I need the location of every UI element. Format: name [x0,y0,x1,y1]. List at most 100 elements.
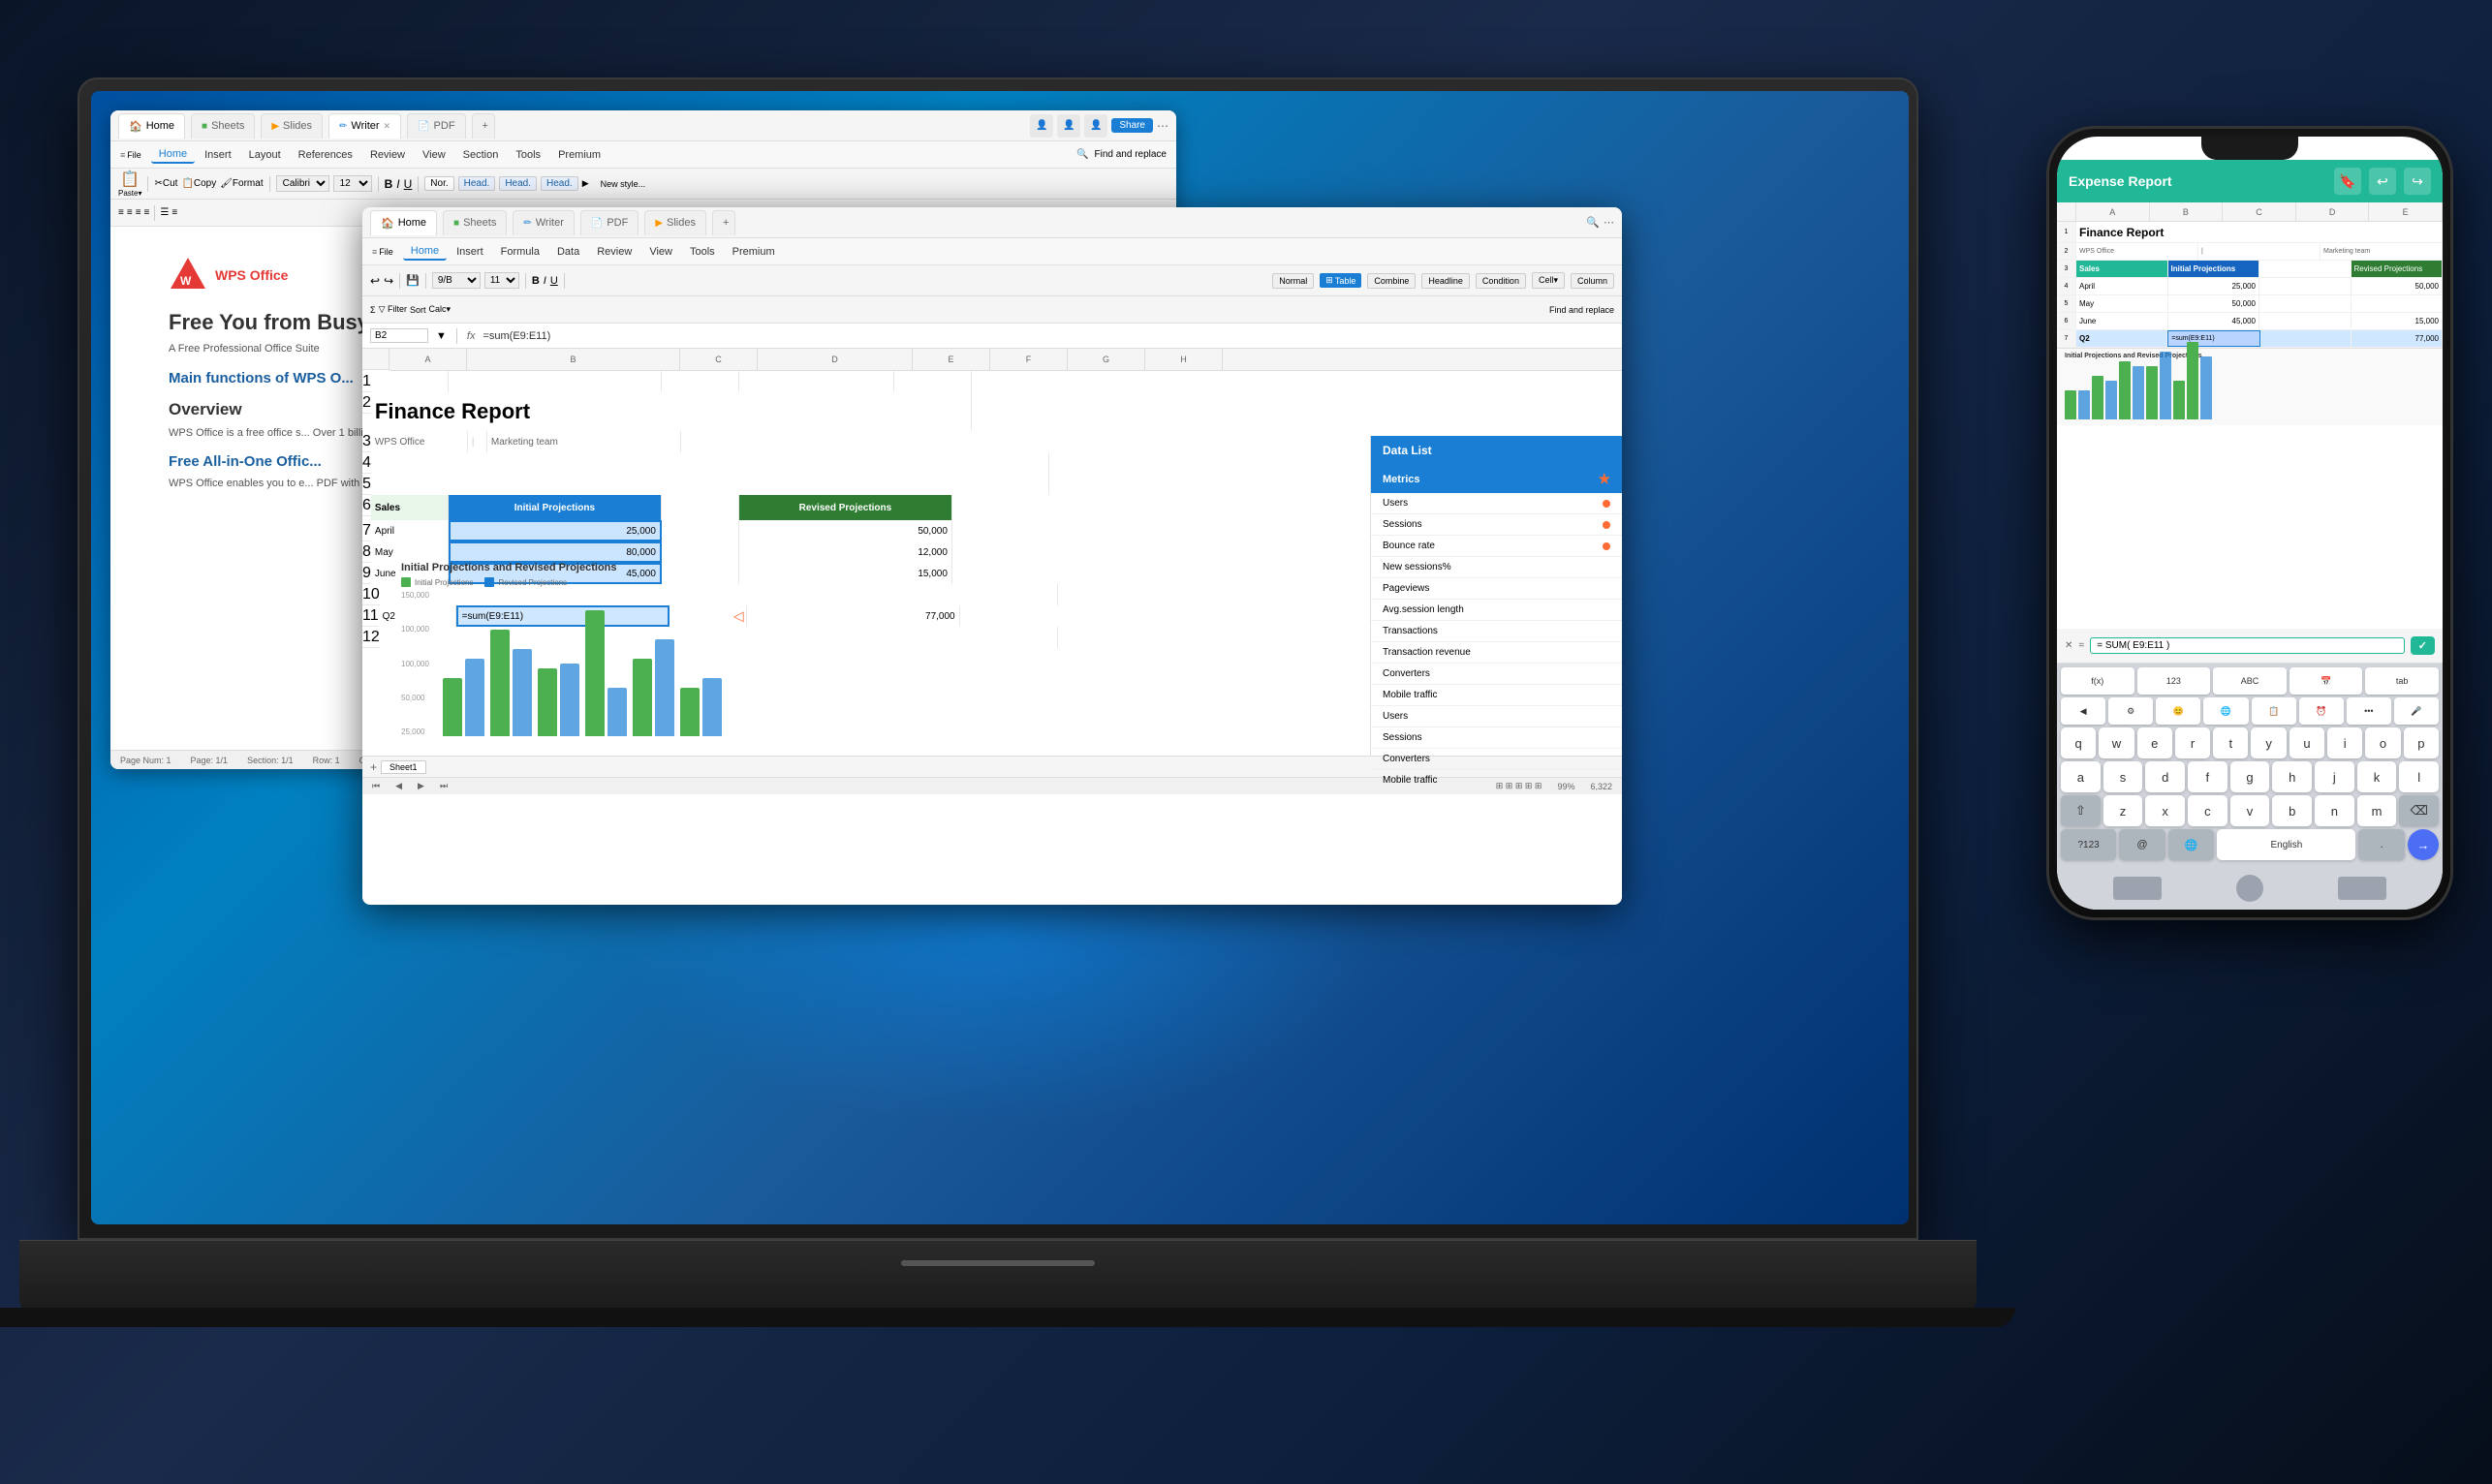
close-icon[interactable]: ✕ [384,121,391,132]
menu-review[interactable]: Review [362,147,413,163]
key-e[interactable]: e [2137,727,2172,758]
key-i[interactable]: i [2327,727,2362,758]
key-w[interactable]: w [2099,727,2134,758]
key-v[interactable]: v [2230,795,2270,826]
sheet-italic[interactable]: I [544,275,546,287]
menu-tools[interactable]: Tools [508,147,548,163]
cell-C1[interactable] [662,371,739,392]
share-button[interactable]: Share [1111,118,1153,133]
key-z[interactable]: z [2103,795,2143,826]
num-list-icon[interactable]: ≡ [171,207,177,218]
redo-btn[interactable]: ↪ [384,274,393,288]
phone-april-rev[interactable]: 50,000 [2352,278,2444,294]
paste-btn[interactable]: 📋 Paste▾ [118,170,141,198]
italic-btn[interactable]: I [396,177,399,191]
phone-sales-header[interactable]: Sales [2076,261,2168,277]
sheet-tab-pdf[interactable]: 📄 PDF [580,210,639,235]
menu-icon2[interactable]: ≡ [372,247,377,257]
calc-btn[interactable]: Calc▾ [429,304,452,315]
phone-april[interactable]: April [2076,278,2168,294]
menu-icon[interactable]: ≡ [120,150,125,160]
cell-reference[interactable] [370,328,428,343]
key-calendar[interactable]: 📅 [2290,667,2363,695]
sheet-tab-new[interactable]: + [712,210,735,235]
more-icon[interactable]: ⋯ [1157,119,1168,133]
sheet-menu-premium[interactable]: Premium [725,244,783,260]
sheet-tab-slides[interactable]: ▶ Slides [644,210,706,235]
bold-btn[interactable]: B [385,177,393,191]
heading3-btn[interactable]: Head. [541,176,578,191]
cell-btn[interactable]: Cell▾ [1532,272,1565,289]
key-globe[interactable]: 🌐 [2203,697,2248,725]
april-label[interactable]: April [371,520,449,541]
sheet-menu-formula[interactable]: Formula [493,244,547,260]
normal-btn[interactable]: Normal [1272,273,1314,289]
april-initial[interactable]: 25,000 [449,520,662,541]
formula-content[interactable]: =sum(E9:E11) [483,330,1614,342]
key-fx[interactable]: f(x) [2061,667,2134,695]
april-revised[interactable]: 50,000 [739,520,952,541]
sheet-bold[interactable]: B [532,275,540,287]
nav-next-icon[interactable]: ▶ [418,781,424,791]
tab-home[interactable]: 🏠 Home [118,113,185,139]
combine-btn[interactable]: Combine [1367,273,1416,289]
phone-may-rev[interactable] [2352,295,2444,312]
justify-icon[interactable]: ≡ [144,207,150,218]
may-initial[interactable]: 80,000 [449,541,662,563]
cell-row5[interactable] [371,474,1049,495]
key-p[interactable]: p [2404,727,2439,758]
align-left-icon[interactable]: ≡ [118,207,124,218]
key-n[interactable]: n [2315,795,2354,826]
key-a[interactable]: a [2061,761,2101,792]
undo-btn[interactable]: ↩ [370,274,380,288]
sheet-menu-data[interactable]: Data [549,244,587,260]
phone-may-init[interactable]: 50,000 [2168,295,2260,312]
phone-q2-formula[interactable]: =sum(E9:E11) [2167,330,2259,347]
more-styles-icon[interactable]: ▶ [582,178,589,189]
phone-april-init[interactable]: 25,000 [2168,278,2260,294]
nav-back-btn[interactable] [2113,877,2162,900]
tab-new[interactable]: + [472,113,495,139]
key-send[interactable]: → [2408,829,2439,860]
key-x[interactable]: x [2145,795,2185,826]
cell-mktteam[interactable]: Marketing team [487,431,681,452]
key-clipboard[interactable]: 📋 [2252,697,2296,725]
phone-redo-btn[interactable]: ↪ [2404,168,2431,195]
key-back[interactable]: ◀ [2061,697,2105,725]
may-label[interactable]: May [371,541,449,563]
sheet-menu-insert[interactable]: Insert [449,244,491,260]
key-nums[interactable]: ?123 [2061,829,2116,860]
file-menu[interactable]: File [127,150,141,160]
key-globe2[interactable]: 🌐 [2168,829,2215,860]
more-icon2[interactable]: ⋯ [1604,216,1614,229]
menu-section[interactable]: Section [455,147,507,163]
key-delete[interactable]: ⌫ [2399,795,2439,826]
heading1-btn[interactable]: Head. [458,176,496,191]
key-settings[interactable]: ⚙ [2108,697,2153,725]
header-revised[interactable]: Revised Projections [739,495,952,520]
phone-finance-title[interactable]: Finance Report [2076,222,2443,242]
finance-title[interactable]: Finance Report [371,392,972,431]
key-s[interactable]: s [2103,761,2143,792]
phone-june[interactable]: June [2076,313,2168,329]
key-mic[interactable]: 🎤 [2394,697,2439,725]
cell-D1[interactable] [739,371,894,392]
key-g[interactable]: g [2230,761,2270,792]
phone-may[interactable]: May [2076,295,2168,312]
key-dot[interactable]: . [2358,829,2405,860]
phone-formula-input[interactable]: = SUM( E9:E11 ) [2090,637,2405,654]
nav-prev-icon[interactable]: ◀ [395,781,402,791]
sum-btn[interactable]: Σ [370,305,376,315]
sort-btn[interactable]: Sort [410,305,426,315]
format-btn[interactable]: 🖌Format [220,178,263,189]
cell-E1[interactable] [894,371,972,392]
sheet-tab-home[interactable]: 🏠 Home [370,210,437,235]
phone-bookmark-btn[interactable]: 🔖 [2334,168,2361,195]
phone-sub1[interactable]: WPS Office [2076,243,2198,260]
sheet-fontsize[interactable]: 11 [484,272,519,289]
sheet1-tab[interactable]: Sheet1 [381,760,426,774]
header-sales[interactable]: Sales [371,495,449,520]
cell-row4[interactable] [371,452,1049,474]
tab-slides[interactable]: ▶ Slides [261,113,323,139]
key-f[interactable]: f [2188,761,2227,792]
